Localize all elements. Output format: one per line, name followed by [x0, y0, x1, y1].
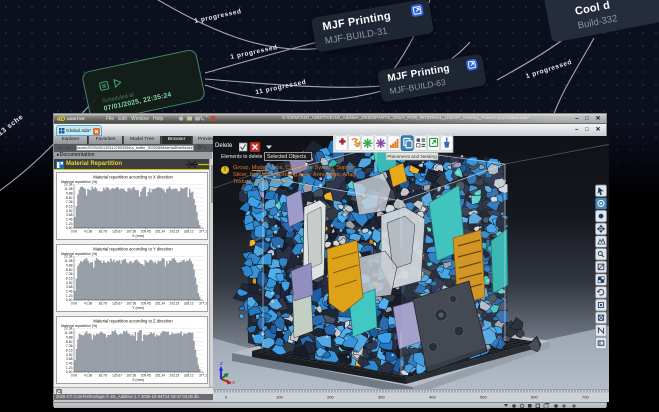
svg-text:7.36: 7.36 — [66, 344, 73, 348]
svg-text:Z: Z — [220, 361, 223, 366]
svg-text:209.45: 209.45 — [141, 230, 151, 234]
svg-text:251.34: 251.34 — [155, 374, 165, 378]
svg-text:251.34: 251.34 — [155, 230, 165, 234]
svg-text:41.89: 41.89 — [84, 374, 92, 378]
svg-text:700: 700 — [582, 394, 589, 399]
svg-text:Material repartition according: Material repartition according to Y dire… — [93, 247, 173, 252]
svg-text:100: 100 — [276, 394, 283, 399]
svg-text:2.46: 2.46 — [66, 218, 73, 222]
svg-text:41.89: 41.89 — [84, 230, 92, 234]
svg-text:0.00: 0.00 — [71, 230, 77, 234]
svg-text:83.78: 83.78 — [99, 374, 107, 378]
svg-text:0.00: 0.00 — [71, 302, 77, 306]
svg-text:2.46: 2.46 — [66, 362, 73, 366]
svg-text:167.56: 167.56 — [126, 302, 136, 306]
svg-text:335.12: 335.12 — [184, 230, 194, 234]
svg-text:Z (mm): Z (mm) — [132, 378, 144, 382]
svg-text:293.23: 293.23 — [169, 230, 179, 234]
svg-text:83.78: 83.78 — [99, 230, 107, 234]
svg-text:200: 200 — [327, 394, 334, 399]
svg-text:12.34: 12.34 — [64, 327, 73, 331]
svg-text:12.34: 12.34 — [64, 183, 73, 187]
svg-text:41.89: 41.89 — [84, 302, 92, 306]
svg-text:209.45: 209.45 — [141, 302, 151, 306]
svg-text:293.23: 293.23 — [169, 302, 179, 306]
svg-text:300: 300 — [378, 394, 385, 399]
svg-text:4.92: 4.92 — [66, 281, 73, 285]
svg-text:9.88: 9.88 — [66, 191, 73, 195]
svg-text:7.36: 7.36 — [66, 200, 73, 204]
svg-text:377.1: 377.1 — [199, 302, 207, 306]
svg-text:7.36: 7.36 — [66, 272, 73, 276]
svg-text:Material repartition according: Material repartition according to Z dire… — [93, 319, 173, 324]
svg-text:X (mm): X (mm) — [132, 234, 144, 238]
svg-text:125.67: 125.67 — [112, 374, 122, 378]
svg-text:0.00: 0.00 — [71, 374, 77, 378]
svg-text:167.56: 167.56 — [126, 230, 136, 234]
svg-text:9.88: 9.88 — [66, 263, 73, 267]
svg-text:125.67: 125.67 — [112, 302, 122, 306]
svg-text:167.56: 167.56 — [126, 374, 136, 378]
svg-text:4.92: 4.92 — [66, 209, 73, 213]
svg-text:335.12: 335.12 — [184, 374, 194, 378]
svg-text:83.78: 83.78 — [99, 302, 107, 306]
svg-text:Y (mm): Y (mm) — [132, 306, 144, 310]
svg-text:12.34: 12.34 — [64, 255, 73, 259]
svg-text:125.67: 125.67 — [112, 230, 122, 234]
svg-text:251.34: 251.34 — [155, 302, 165, 306]
svg-text:377.1: 377.1 — [199, 230, 207, 234]
svg-text:209.45: 209.45 — [141, 374, 151, 378]
svg-text:377.1: 377.1 — [199, 374, 207, 378]
svg-text:2.46: 2.46 — [66, 290, 73, 294]
svg-text:Placement and Nesting: Placement and Nesting — [387, 154, 437, 160]
svg-text:Material repartition according: Material repartition according to X dire… — [93, 175, 173, 180]
svg-text:400: 400 — [429, 394, 436, 399]
svg-text:600: 600 — [531, 394, 538, 399]
svg-text:X: X — [232, 380, 235, 385]
svg-text:335.12: 335.12 — [184, 302, 194, 306]
svg-text:4.92: 4.92 — [66, 353, 73, 357]
svg-text:500: 500 — [480, 394, 487, 399]
svg-text:9.88: 9.88 — [66, 335, 73, 339]
svg-text:293.23: 293.23 — [169, 374, 179, 378]
